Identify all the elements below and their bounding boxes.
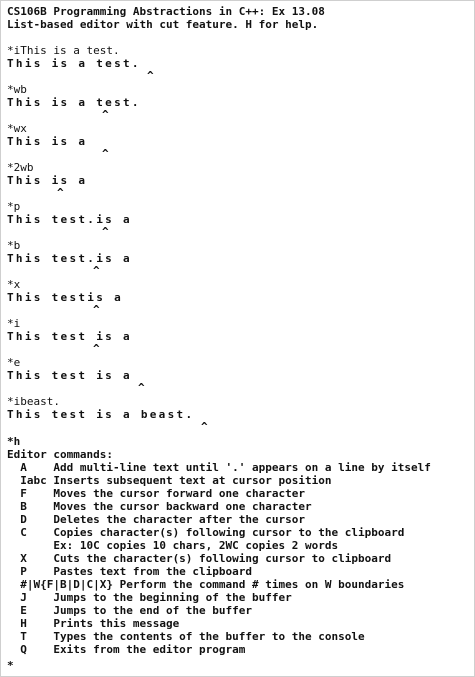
- buffer-display: This is a test.: [7, 96, 141, 109]
- cursor-caret: ^: [102, 108, 109, 121]
- cursor-caret: ^: [93, 303, 100, 316]
- cursor-caret: ^: [102, 225, 109, 238]
- help-command-item: Iabc Inserts subsequent text at cursor p…: [7, 474, 332, 487]
- cursor-caret: ^: [93, 264, 100, 277]
- command-line: *wx: [7, 122, 27, 135]
- buffer-display: This is a test.: [7, 57, 141, 70]
- console-window[interactable]: CS106B Programming Abstractions in C++: …: [0, 0, 475, 677]
- help-command-line: *h: [7, 435, 21, 448]
- command-line: *wb: [7, 83, 27, 96]
- buffer-display: This test.is a: [7, 252, 132, 265]
- buffer-display: This is a: [7, 174, 88, 187]
- input-prompt[interactable]: *: [7, 659, 14, 672]
- cursor-caret: ^: [201, 420, 208, 433]
- help-command-item: Ex: 10C copies 10 chars, 2WC copies 2 wo…: [7, 539, 339, 552]
- program-subtitle: List-based editor with cut feature. H fo…: [7, 18, 319, 31]
- cursor-caret: ^: [93, 342, 100, 355]
- command-line: *i: [7, 317, 21, 330]
- help-command-item: T Types the contents of the buffer to th…: [7, 630, 365, 643]
- help-command-item: J Jumps to the beginning of the buffer: [7, 591, 292, 604]
- buffer-display: This is a: [7, 135, 88, 148]
- help-heading: Editor commands:: [7, 448, 113, 461]
- buffer-display: This test is a: [7, 369, 132, 382]
- cursor-caret: ^: [102, 147, 109, 160]
- cursor-caret: ^: [147, 69, 154, 82]
- buffer-display: This test is a beast.: [7, 408, 195, 421]
- cursor-caret: ^: [138, 381, 145, 394]
- command-line: *x: [7, 278, 21, 291]
- help-command-item: D Deletes the character after the cursor: [7, 513, 306, 526]
- command-line: *iThis is a test.: [7, 44, 120, 57]
- buffer-display: This test.is a: [7, 213, 132, 226]
- help-command-item: F Moves the cursor forward one character: [7, 487, 306, 500]
- help-command-item: X Cuts the character(s) following cursor…: [7, 552, 392, 565]
- command-line: *ibeast.: [7, 395, 60, 408]
- help-command-item: H Prints this message: [7, 617, 180, 630]
- command-line: *2wb: [7, 161, 34, 174]
- command-line: *p: [7, 200, 21, 213]
- help-command-item: A Add multi-line text until '.' appears …: [7, 461, 431, 474]
- command-line: *b: [7, 239, 21, 252]
- help-command-item: Q Exits from the editor program: [7, 643, 246, 656]
- help-command-item: P Pastes text from the clipboard: [7, 565, 253, 578]
- cursor-caret: ^: [57, 186, 64, 199]
- program-title: CS106B Programming Abstractions in C++: …: [7, 5, 325, 18]
- command-line: *e: [7, 356, 21, 369]
- help-command-item: #|W{F|B|D|C|X} Perform the command # tim…: [7, 578, 405, 591]
- buffer-display: This testis a: [7, 291, 123, 304]
- help-command-item: B Moves the cursor backward one characte…: [7, 500, 312, 513]
- help-command-item: E Jumps to the end of the buffer: [7, 604, 253, 617]
- buffer-display: This test is a: [7, 330, 132, 343]
- help-command-item: C Copies character(s) following cursor t…: [7, 526, 405, 539]
